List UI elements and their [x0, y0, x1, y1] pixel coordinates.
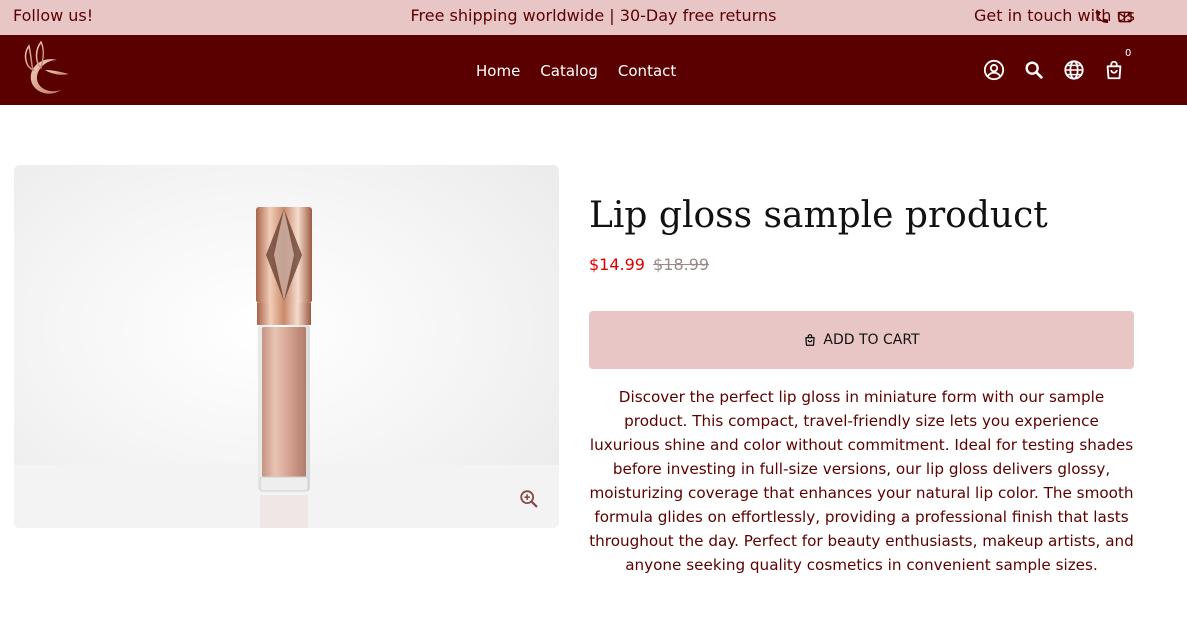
contact-link[interactable]: Get in touch with us	[974, 6, 1135, 25]
cart-count-badge: 0	[1125, 48, 1132, 59]
zoom-in-icon[interactable]	[518, 488, 540, 510]
compare-price: $18.99	[653, 255, 710, 274]
nav-home[interactable]: Home	[476, 62, 520, 80]
phone-icon[interactable]	[1094, 9, 1110, 25]
globe-icon[interactable]	[1063, 59, 1085, 81]
cart-icon[interactable]	[1103, 59, 1125, 81]
nav-contact[interactable]: Contact	[618, 62, 676, 80]
product-description: Discover the perfect lip gloss in miniat…	[589, 388, 1134, 574]
lip-gloss-bottle-image	[14, 207, 559, 528]
mail-icon[interactable]	[1117, 9, 1133, 25]
brand-logo[interactable]	[17, 40, 73, 98]
add-to-cart-button[interactable]: ADD TO CART	[589, 311, 1134, 369]
product-title: Lip gloss sample product	[589, 195, 1048, 236]
add-to-cart-label: ADD TO CART	[823, 332, 920, 348]
nav-catalog[interactable]: Catalog	[540, 62, 598, 80]
shopping-bag-icon	[805, 334, 816, 346]
price-block: $14.99 $18.99	[589, 255, 709, 274]
follow-us-link[interactable]: Follow us!	[13, 6, 93, 25]
site-header: Home Catalog Contact 0	[0, 35, 1187, 105]
product-image[interactable]	[14, 165, 559, 528]
shipping-message: Free shipping worldwide | 30-Day free re…	[410, 6, 777, 25]
sale-price: $14.99	[589, 255, 645, 274]
announcement-bar: Follow us! Free shipping worldwide | 30-…	[0, 0, 1187, 35]
search-icon[interactable]	[1023, 59, 1045, 81]
main-nav: Home Catalog Contact	[476, 62, 676, 80]
account-icon[interactable]	[983, 59, 1005, 81]
